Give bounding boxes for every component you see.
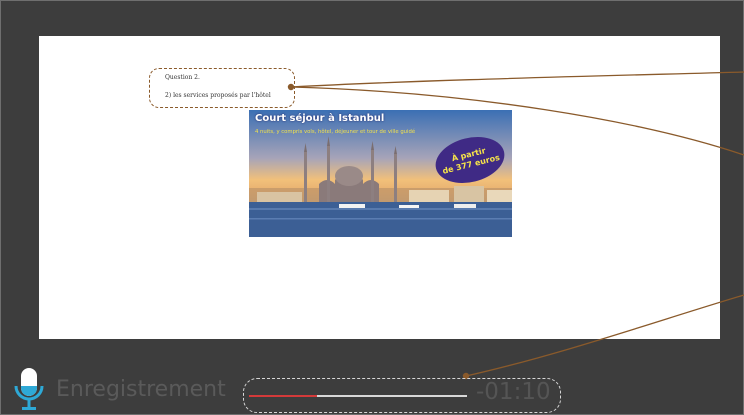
time-remaining: -01:10: [476, 379, 551, 405]
slide-canvas: Question 2. 2) les services proposés par…: [39, 36, 720, 339]
question-callout: Question 2. 2) les services proposés par…: [149, 68, 295, 108]
istanbul-ad-image: Court séjour à Istanbul 4 nuits, y compr…: [249, 110, 512, 237]
question-heading: Question 2.: [165, 74, 200, 81]
recording-label: Enregistrement: [56, 377, 226, 402]
ad-title: Court séjour à Istanbul: [255, 113, 385, 124]
question-text: 2) les services proposés par l'hôtel: [165, 92, 271, 99]
microphone-icon[interactable]: [12, 366, 46, 414]
progress-fill: [249, 395, 317, 397]
progress-track[interactable]: [249, 395, 467, 397]
ad-subtitle: 4 nuits, y compris vols, hôtel, déjeuner…: [255, 129, 416, 135]
